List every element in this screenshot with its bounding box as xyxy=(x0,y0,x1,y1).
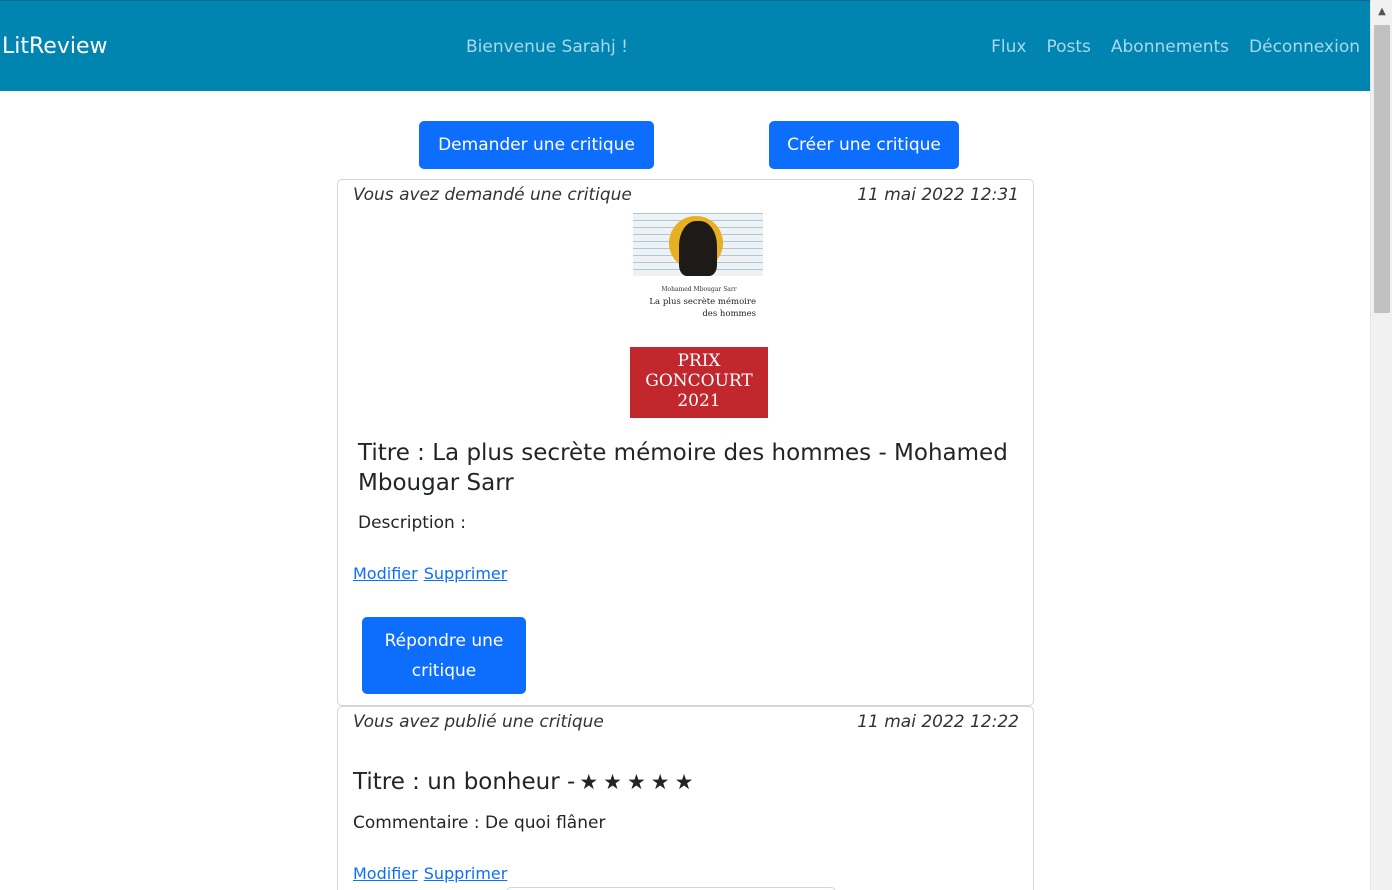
cover-title: La plus secrète mémoire des hommes xyxy=(649,297,756,319)
scroll-up-arrow-icon[interactable]: ▲ xyxy=(1371,0,1392,22)
review-date: 11 mai 2022 12:22 xyxy=(857,712,1019,732)
edit-ticket-link[interactable]: Modifier xyxy=(353,564,418,583)
ticket-meta: Vous avez demandé une critique xyxy=(353,185,632,205)
nav-link-subscriptions[interactable]: Abonnements xyxy=(1111,37,1229,57)
rating-stars-icon: ★★★★★ xyxy=(579,770,699,794)
nav-link-logout[interactable]: Déconnexion xyxy=(1249,37,1360,57)
review-card: Vous avez publié une critique 11 mai 202… xyxy=(337,706,1034,890)
brand-logo[interactable]: LitReview xyxy=(2,34,108,59)
delete-ticket-link[interactable]: Supprimer xyxy=(424,564,508,583)
delete-review-link[interactable]: Supprimer xyxy=(424,864,508,883)
cover-prize-band: PRIX GONCOURT 2021 xyxy=(630,347,768,418)
ticket-title: Titre : La plus secrète mémoire des homm… xyxy=(358,440,1008,496)
ticket-actions: Modifier Supprimer xyxy=(353,564,513,583)
edit-review-link[interactable]: Modifier xyxy=(353,864,418,883)
book-cover-image: Mohamed Mbougar Sarr La plus secrète mém… xyxy=(630,213,768,418)
review-meta: Vous avez publié une critique xyxy=(353,712,604,732)
ticket-date: 11 mai 2022 12:31 xyxy=(857,185,1019,205)
scrollbar-thumb[interactable] xyxy=(1374,25,1390,313)
ticket-card: Vous avez demandé une critique 11 mai 20… xyxy=(337,179,1034,706)
review-comment: Commentaire : De quoi flâner xyxy=(353,813,606,833)
nav-link-posts[interactable]: Posts xyxy=(1046,37,1090,57)
review-title: Titre : un bonheur - ★★★★★ xyxy=(353,769,699,795)
welcome-message: Bienvenue Sarahj ! xyxy=(466,37,628,57)
vertical-scrollbar[interactable]: ▲ xyxy=(1370,0,1392,890)
ask-review-button[interactable]: Demander une critique xyxy=(419,121,654,169)
create-review-button[interactable]: Créer une critique xyxy=(769,121,959,169)
answer-review-button[interactable]: Répondre une critique xyxy=(362,617,526,694)
nav-links: Flux Posts Abonnements Déconnexion xyxy=(991,37,1360,57)
ticket-description: Description : xyxy=(358,513,466,533)
cover-author: Mohamed Mbougar Sarr xyxy=(661,286,737,293)
nav-link-flux[interactable]: Flux xyxy=(991,37,1026,57)
top-navbar: LitReview Bienvenue Sarahj ! Flux Posts … xyxy=(0,0,1370,91)
cover-illustration xyxy=(633,213,763,276)
review-actions: Modifier Supprimer xyxy=(353,864,513,883)
